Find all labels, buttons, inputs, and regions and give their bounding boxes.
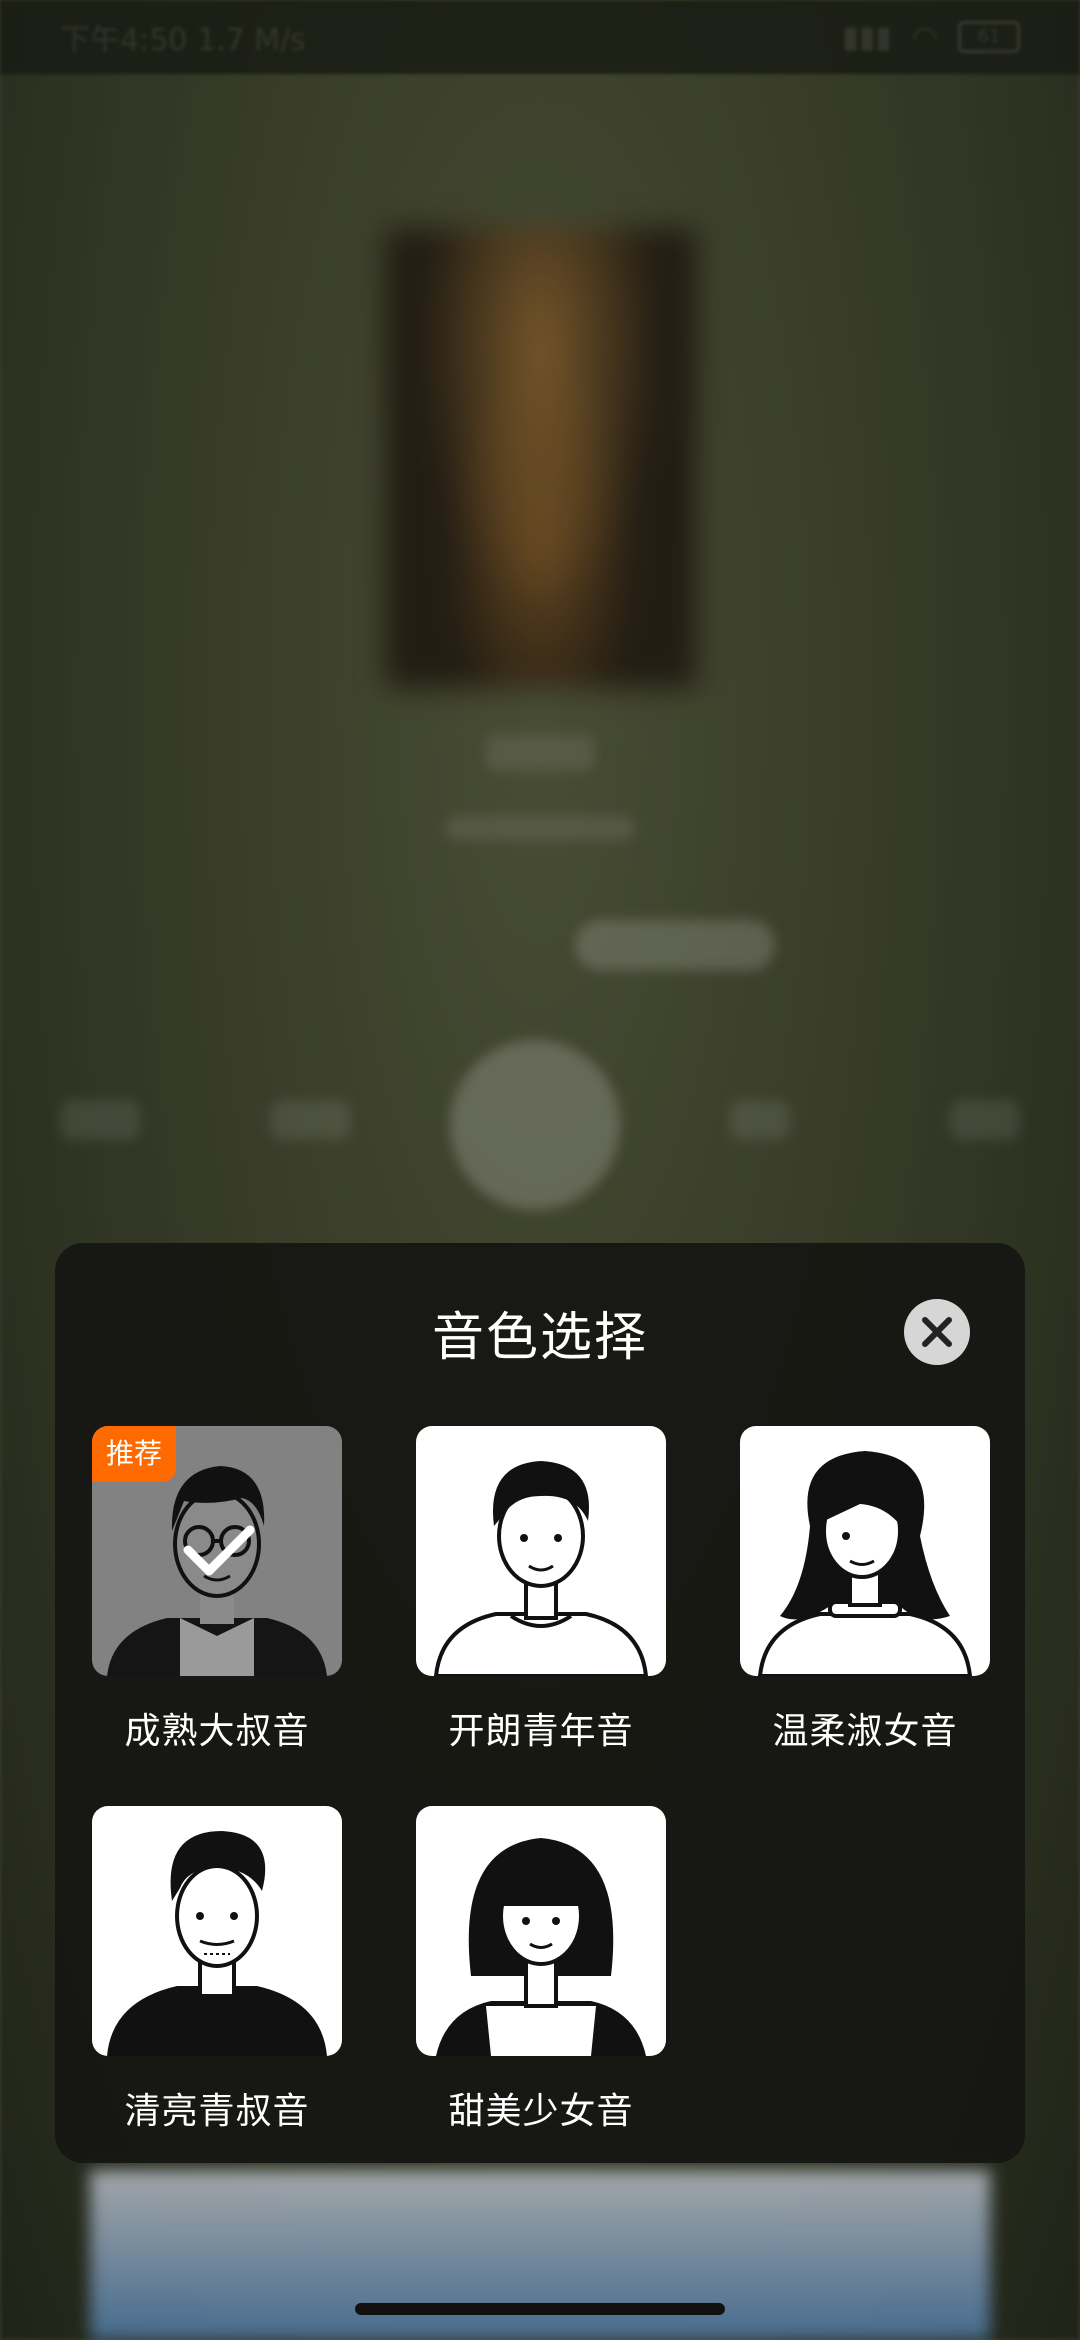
- voice-option-clear-uncle[interactable]: 清亮青叔音: [92, 1806, 342, 2134]
- avatar-tile: [740, 1426, 990, 1676]
- close-icon: [922, 1317, 952, 1347]
- voice-option-gentle-lady[interactable]: 温柔淑女音: [740, 1426, 990, 1754]
- recommended-badge: 推荐: [92, 1426, 176, 1482]
- close-button[interactable]: [904, 1299, 970, 1365]
- clear-uncle-avatar-icon: [107, 1831, 327, 2056]
- avatar-tile: [416, 1806, 666, 2056]
- voice-label: 清亮青叔音: [124, 2091, 310, 2132]
- avatar-tile: [92, 1806, 342, 2056]
- voice-option-mature-uncle[interactable]: 推荐 成熟大叔音: [92, 1426, 342, 1754]
- voice-option-sweet-girl[interactable]: 甜美少女音: [416, 1806, 666, 2134]
- voice-label: 甜美少女音: [448, 2091, 634, 2132]
- girl-avatar-icon: [436, 1838, 646, 2056]
- avatar-tile: [416, 1426, 666, 1676]
- voice-select-dialog: 音色选择 推荐 成熟大叔音 开朗青年音 温柔淑女音 清亮青叔音 甜美少女音: [55, 1243, 1025, 2163]
- dialog-title: 音色选择: [431, 1308, 648, 1368]
- avatar-tile: 推荐: [92, 1426, 342, 1676]
- voice-option-cheerful-youth[interactable]: 开朗青年音: [416, 1426, 666, 1754]
- voice-label: 成熟大叔音: [124, 1711, 310, 1752]
- lady-avatar-icon: [757, 1451, 973, 1676]
- voice-label: 开朗青年音: [448, 1711, 634, 1752]
- home-indicator[interactable]: [355, 2303, 725, 2315]
- young-man-avatar-icon: [433, 1461, 649, 1676]
- voice-label: 温柔淑女音: [772, 1711, 958, 1752]
